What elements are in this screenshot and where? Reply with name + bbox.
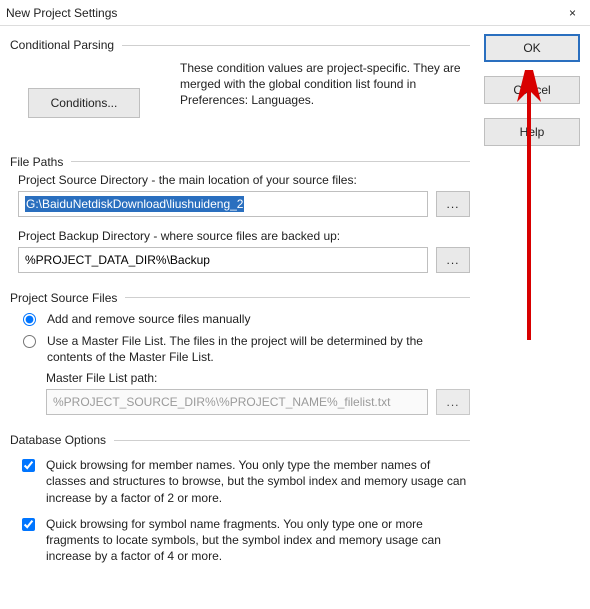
window-title: New Project Settings xyxy=(6,6,117,20)
mfl-input xyxy=(46,389,428,415)
chk-symbol-fragments[interactable] xyxy=(22,518,35,531)
conditional-parsing-title: Conditional Parsing xyxy=(10,38,114,52)
divider xyxy=(114,440,470,441)
radio-manual[interactable] xyxy=(23,313,36,326)
conditions-button[interactable]: Conditions... xyxy=(28,88,140,118)
src-dir-label: Project Source Directory - the main loca… xyxy=(18,173,470,187)
bak-dir-input[interactable] xyxy=(18,247,428,273)
chk-member-names[interactable] xyxy=(22,459,35,472)
close-icon[interactable]: × xyxy=(563,4,582,22)
src-dir-input[interactable]: G:\BaiduNetdiskDownload\liushuideng_2 xyxy=(18,191,428,217)
divider xyxy=(122,45,470,46)
radio-master-label: Use a Master File List. The files in the… xyxy=(47,333,470,365)
mfl-browse-button: ... xyxy=(436,389,470,415)
cancel-button[interactable]: Cancel xyxy=(484,76,580,104)
src-browse-button[interactable]: ... xyxy=(436,191,470,217)
file-paths-title: File Paths xyxy=(10,155,63,169)
ok-button[interactable]: OK xyxy=(484,34,580,62)
chk-member-names-label: Quick browsing for member names. You onl… xyxy=(46,457,470,506)
bak-browse-button[interactable]: ... xyxy=(436,247,470,273)
help-button[interactable]: Help xyxy=(484,118,580,146)
database-options-title: Database Options xyxy=(10,433,106,447)
mfl-label: Master File List path: xyxy=(46,371,470,385)
radio-manual-label: Add and remove source files manually xyxy=(47,311,470,327)
chk-symbol-fragments-label: Quick browsing for symbol name fragments… xyxy=(46,516,470,565)
radio-master[interactable] xyxy=(23,335,36,348)
project-source-files-title: Project Source Files xyxy=(10,291,117,305)
bak-dir-label: Project Backup Directory - where source … xyxy=(18,229,470,243)
divider xyxy=(125,297,470,298)
conditional-desc: These condition values are project-speci… xyxy=(180,60,470,109)
divider xyxy=(71,161,470,162)
